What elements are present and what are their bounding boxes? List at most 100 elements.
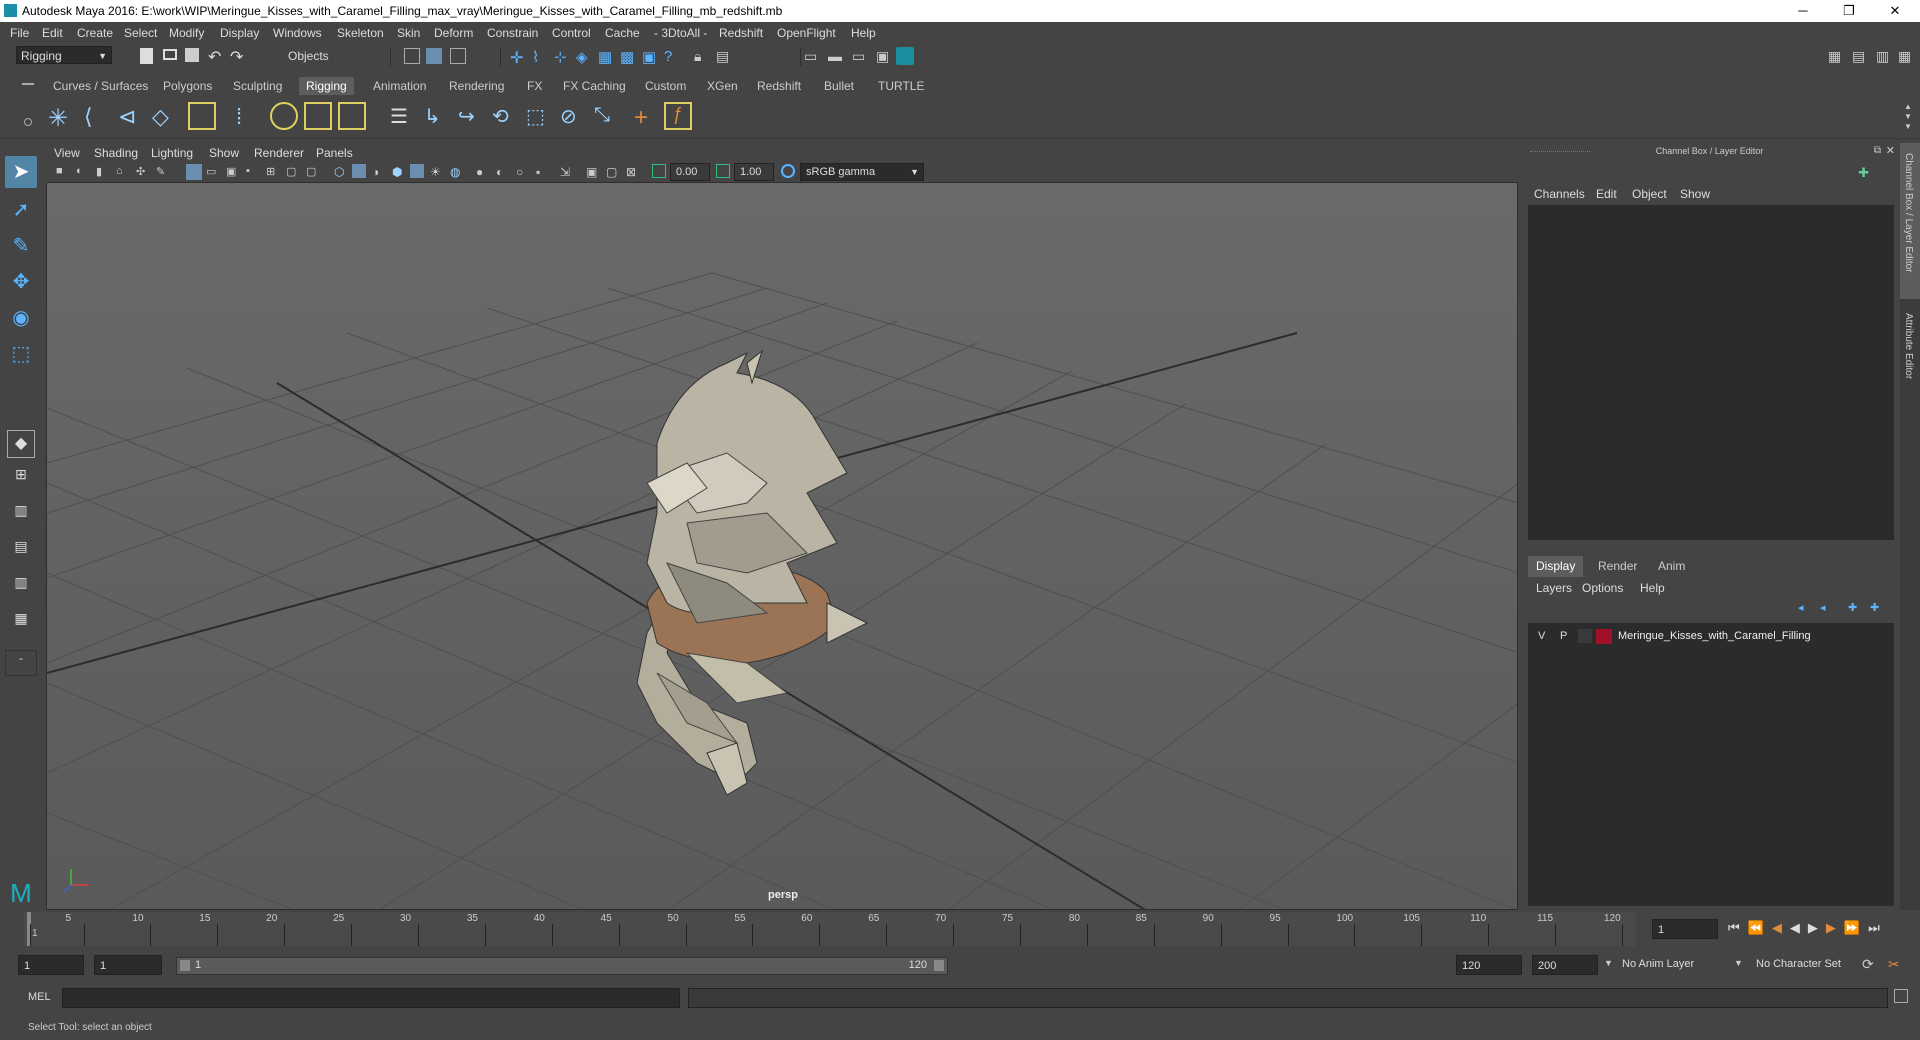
shelf-tab-sculpting[interactable]: Sculpting xyxy=(226,77,289,95)
exposure-icon[interactable] xyxy=(652,164,666,178)
select-component-icon[interactable] xyxy=(450,48,466,64)
new-scene-icon[interactable] xyxy=(140,48,153,64)
layer-playback-toggle[interactable]: P xyxy=(1560,630,1567,642)
channel-menu-edit[interactable]: Edit xyxy=(1596,187,1617,201)
viewport-menu-show[interactable]: Show xyxy=(209,146,239,160)
menu-3dtoall[interactable]: - 3DtoAll - xyxy=(654,26,707,40)
hypershade-icon[interactable] xyxy=(896,47,914,65)
single-perspective-layout-icon[interactable]: ◆ xyxy=(7,430,35,458)
select-tool-icon[interactable]: ➤ xyxy=(5,156,37,188)
menu-skin[interactable]: Skin xyxy=(397,26,420,40)
shadows-icon[interactable]: ☀ xyxy=(430,165,448,183)
aim-constraint-icon[interactable]: ↪ xyxy=(458,104,486,132)
tool-settings-toggle-icon[interactable]: ▥ xyxy=(1876,48,1894,66)
animation-start-field[interactable]: 1 xyxy=(18,955,84,975)
minimize-button[interactable]: ─ xyxy=(1780,0,1826,22)
time-slider[interactable]: 1 5 10 15 20 25 30 35 40 45 50 55 60 65 70 75 80 85 90 95 10… xyxy=(0,912,1920,946)
grease-pencil-icon[interactable]: ✎ xyxy=(156,165,174,183)
layer-menu-help[interactable]: Help xyxy=(1640,581,1665,595)
snap-point-icon[interactable]: ⊹ xyxy=(554,48,572,66)
close-button[interactable]: ✕ xyxy=(1872,0,1918,22)
image-plane-icon[interactable]: ⌂ xyxy=(116,165,134,183)
exposure-field[interactable]: 0.00 xyxy=(670,163,710,181)
layer-color-swatch[interactable] xyxy=(1596,629,1612,644)
shelf-tab-rendering[interactable]: Rendering xyxy=(442,77,511,95)
outliner-persp-layout-icon[interactable]: ▦ xyxy=(5,610,37,642)
save-scene-icon[interactable] xyxy=(185,48,199,62)
snap-curve-icon[interactable]: ⌇ xyxy=(532,48,550,66)
channel-box-toggle-icon[interactable]: ▦ xyxy=(1898,48,1916,66)
layer-menu-options[interactable]: Options xyxy=(1582,581,1623,595)
channel-box-panel[interactable] xyxy=(1528,205,1894,540)
gamma-field[interactable]: 1.00 xyxy=(734,163,774,181)
gate-mask-icon[interactable]: ▪ xyxy=(246,165,264,183)
side-tab-attribute-editor[interactable]: Attribute Editor xyxy=(1903,313,1914,379)
menu-skeleton[interactable]: Skeleton xyxy=(337,26,384,40)
viewport-menu-lighting[interactable]: Lighting xyxy=(151,146,193,160)
safe-title-icon[interactable]: ▢ xyxy=(306,165,324,183)
step-forward-key-icon[interactable]: ⏩ xyxy=(1844,920,1868,935)
parent-constraint-icon[interactable]: ⊘ xyxy=(560,104,588,132)
selection-mode-dropdown[interactable]: Objects xyxy=(284,47,376,65)
step-back-key-icon[interactable]: ⏪ xyxy=(1748,920,1772,935)
shelf-tab-curves-surfaces[interactable]: Curves / Surfaces xyxy=(46,77,155,95)
menu-set-dropdown[interactable]: Rigging ▼ xyxy=(16,46,112,64)
time-slider-track[interactable]: 1 5 10 15 20 25 30 35 40 45 50 55 60 65 70 75 80 85 90 95 10… xyxy=(24,912,1636,946)
menu-display[interactable]: Display xyxy=(220,26,259,40)
layer-tab-display[interactable]: Display xyxy=(1528,556,1584,577)
paint-select-tool-icon[interactable]: ✎ xyxy=(5,230,37,262)
step-forward-frame-icon[interactable]: ▶ xyxy=(1826,920,1844,935)
channel-menu-channels[interactable]: Channels xyxy=(1534,187,1585,201)
menu-openflight[interactable]: OpenFlight xyxy=(777,26,836,40)
resolution-gate-icon[interactable]: ▣ xyxy=(226,165,244,183)
viewport-menu-panels[interactable]: Panels xyxy=(316,146,353,160)
locator-icon[interactable]: + xyxy=(634,104,662,132)
pole-vector-icon[interactable]: ⤡ xyxy=(594,104,622,132)
menu-deform[interactable]: Deform xyxy=(434,26,473,40)
shelf-options-icon[interactable] xyxy=(24,118,32,126)
smooth-shade-icon[interactable] xyxy=(352,164,366,178)
layer-tab-render[interactable]: Render xyxy=(1590,556,1645,577)
close-panel-icon[interactable]: ✕ xyxy=(1886,144,1895,157)
wireframe-icon[interactable]: ⬡ xyxy=(334,165,352,183)
select-hierarchy-icon[interactable] xyxy=(404,48,420,64)
isolate-select-icon[interactable]: ▪ xyxy=(536,165,554,183)
layer-row[interactable]: V P Meringue_Kisses_with_Caramel_Filling xyxy=(1532,628,1890,646)
move-layer-down-icon[interactable]: ◂ xyxy=(1820,601,1826,614)
float-panel-icon[interactable]: ⧉ xyxy=(1874,145,1881,156)
rotate-tool-icon[interactable]: ◉ xyxy=(5,302,37,334)
channel-menu-object[interactable]: Object xyxy=(1632,187,1667,201)
snap-surface-icon[interactable]: ▦ xyxy=(598,48,616,66)
character-set-dropdown[interactable]: No Character Set xyxy=(1756,958,1841,970)
persp-outliner-layout-icon[interactable]: ▥ xyxy=(5,502,37,534)
chevron-down-icon[interactable]: ▼ xyxy=(1734,958,1743,968)
scale-constraint-icon[interactable]: ⬚ xyxy=(526,104,554,132)
playback-end-field[interactable]: 120 xyxy=(1456,955,1522,975)
restore-button[interactable]: ❐ xyxy=(1826,0,1872,22)
menu-windows[interactable]: Windows xyxy=(273,26,322,40)
snap-view-icon[interactable]: ◈ xyxy=(576,48,594,66)
range-start-handle[interactable] xyxy=(180,960,190,971)
command-input[interactable] xyxy=(62,988,680,1008)
camera-attributes-icon[interactable]: ◐ xyxy=(76,165,94,183)
anim-layer-dropdown[interactable]: No Anim Layer xyxy=(1622,958,1694,970)
menu-control[interactable]: Control xyxy=(552,26,591,40)
menu-modify[interactable]: Modify xyxy=(169,26,204,40)
go-to-start-icon[interactable]: ⏮ xyxy=(1728,920,1748,935)
layout-options-icon[interactable]: - xyxy=(5,650,37,676)
grid-toggle-icon[interactable] xyxy=(186,164,202,180)
lasso-tool-icon[interactable]: ➚ xyxy=(5,194,37,226)
snap-live-icon[interactable]: ▩ xyxy=(620,48,638,66)
render-settings-icon[interactable]: ▣ xyxy=(876,48,894,66)
ik-handle-icon[interactable]: ⁞ xyxy=(236,104,264,132)
cluster-icon[interactable]: ☰ xyxy=(390,104,418,132)
backface-culling-icon[interactable]: ⊠ xyxy=(626,165,644,183)
point-constraint-icon[interactable]: ↳ xyxy=(424,104,452,132)
play-backward-icon[interactable]: ◀ xyxy=(1790,920,1808,935)
view-transform-dropdown[interactable]: sRGB gamma ▼ xyxy=(800,163,924,181)
joint-tool-icon[interactable]: ✳ xyxy=(48,104,76,132)
mirror-joint-icon[interactable]: ⊲ xyxy=(118,104,146,132)
gamma-icon[interactable] xyxy=(716,164,730,178)
open-scene-icon[interactable] xyxy=(163,49,177,60)
scale-tool-icon[interactable]: ⬚ xyxy=(5,338,37,370)
